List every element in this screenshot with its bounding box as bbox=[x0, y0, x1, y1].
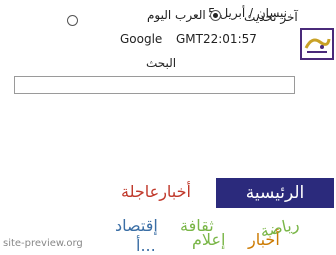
site-logo[interactable] bbox=[300, 28, 334, 60]
search-input[interactable] bbox=[14, 76, 295, 94]
time-display: GMT22:01:57 bbox=[176, 32, 257, 46]
last-update-label: آخر تحديث bbox=[244, 10, 298, 24]
nav-economy[interactable]: إقتصاد bbox=[115, 216, 158, 235]
edition-radio-unselected[interactable] bbox=[67, 15, 78, 26]
nav-media[interactable]: إعلام bbox=[192, 230, 225, 249]
nav-news[interactable]: أخبار bbox=[248, 230, 280, 249]
edition-option-1[interactable]: العرب اليوم bbox=[147, 8, 221, 22]
logo-mark-icon bbox=[302, 30, 332, 58]
watermark: site-preview.org bbox=[3, 238, 83, 249]
nav-breaking-news[interactable]: أخبارعاجلة bbox=[121, 182, 191, 201]
nav-partial[interactable]: أ... bbox=[136, 236, 156, 255]
edition-radio-selected[interactable] bbox=[209, 10, 221, 21]
edition-option-2[interactable] bbox=[67, 10, 78, 29]
search-label: البحث bbox=[146, 56, 177, 70]
google-link[interactable]: Google bbox=[120, 32, 162, 46]
edition-label: العرب اليوم bbox=[147, 8, 206, 22]
home-button[interactable]: الرئيسية bbox=[216, 178, 334, 208]
